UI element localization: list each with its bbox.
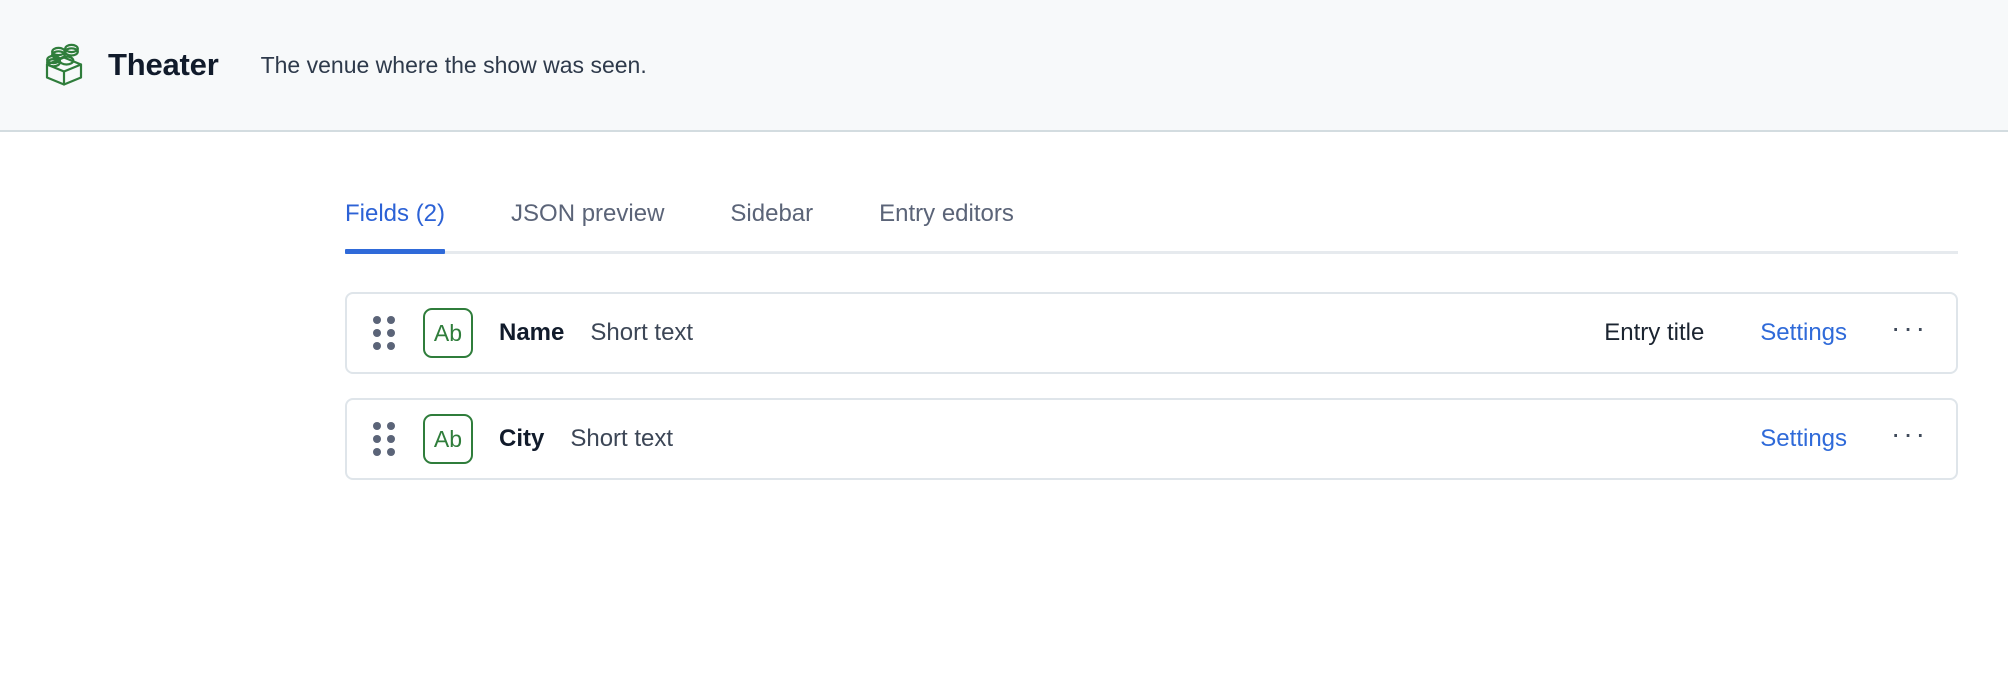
tab-entry-editors-label: Entry editors	[879, 200, 1014, 227]
drag-handle-icon[interactable]	[373, 316, 397, 350]
tab-fields[interactable]: Fields (2)	[345, 200, 446, 254]
content-type-header: Theater The venue where the show was see…	[0, 0, 2008, 132]
page-title: Theater	[108, 47, 219, 82]
field-type-badge-icon: Ab	[423, 308, 473, 358]
drag-dot	[387, 342, 395, 350]
field-type: Short text	[570, 425, 674, 452]
field-type: Short text	[590, 319, 694, 346]
tab-json-preview-label: JSON preview	[511, 200, 665, 227]
field-settings-button[interactable]: Settings	[1760, 319, 1847, 347]
drag-dot	[387, 329, 395, 337]
tab-sidebar-label: Sidebar	[730, 200, 814, 227]
field-more-actions-icon[interactable]: ···	[1891, 420, 1928, 458]
drag-dot	[387, 316, 395, 324]
drag-dot	[373, 342, 381, 350]
drag-handle-icon[interactable]	[373, 422, 397, 456]
field-name: City	[499, 425, 545, 452]
status-badge: Entry title	[1604, 319, 1705, 346]
field-settings-button[interactable]: Settings	[1760, 425, 1847, 453]
drag-dot	[373, 422, 381, 430]
tab-sidebar[interactable]: Sidebar	[730, 200, 813, 254]
content-type-description: The venue where the show was seen.	[260, 51, 647, 78]
table-row[interactable]: Ab City Short text Settings ···	[345, 398, 1958, 480]
content-type-block-icon	[45, 43, 83, 86]
tab-entry-editors[interactable]: Entry editors	[879, 200, 1014, 254]
tab-fields-label: Fields (2)	[345, 200, 446, 227]
drag-dot	[387, 435, 395, 443]
field-name: Name	[499, 319, 565, 346]
tab-json-preview[interactable]: JSON preview	[511, 200, 664, 254]
field-type-badge-icon: Ab	[423, 414, 473, 464]
fields-list: Ab Name Short text Entry title Settings …	[0, 292, 2008, 480]
drag-dot	[373, 329, 381, 337]
drag-dot	[373, 316, 381, 324]
table-row[interactable]: Ab Name Short text Entry title Settings …	[345, 292, 1958, 374]
tab-list: Fields (2) JSON preview Sidebar Entry ed…	[345, 200, 1958, 254]
drag-dot	[373, 448, 381, 456]
drag-dot	[387, 448, 395, 456]
tabs-container: Fields (2) JSON preview Sidebar Entry ed…	[0, 132, 2008, 254]
drag-dot	[387, 422, 395, 430]
field-more-actions-icon[interactable]: ···	[1891, 314, 1928, 352]
drag-dot	[373, 435, 381, 443]
